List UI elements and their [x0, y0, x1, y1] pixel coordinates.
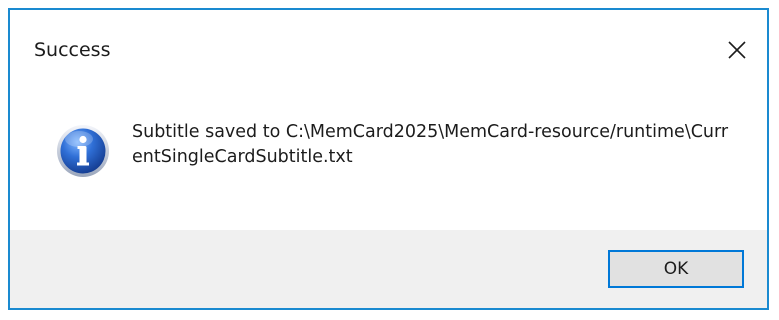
button-bar: OK — [10, 230, 767, 308]
dialog-message: Subtitle saved to C:\MemCard2025\MemCard… — [132, 122, 729, 167]
title-bar: Success — [10, 10, 767, 88]
dialog-content: Subtitle saved to C:\MemCard2025\MemCard… — [10, 88, 767, 230]
ok-button[interactable]: OK — [608, 250, 744, 288]
dialog-title: Success — [34, 39, 111, 61]
close-icon — [728, 41, 746, 59]
close-button[interactable] — [717, 32, 757, 68]
info-icon — [57, 125, 109, 177]
message-dialog: Success Subtitle saved to C:\MemCard2025… — [8, 8, 769, 310]
focus-rectangle — [611, 253, 741, 285]
